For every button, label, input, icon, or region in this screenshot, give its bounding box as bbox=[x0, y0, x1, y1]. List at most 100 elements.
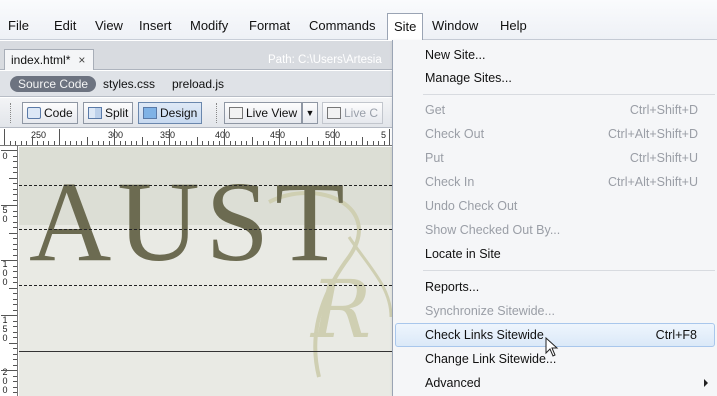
ruler-tick bbox=[13, 326, 17, 327]
ruler-tick bbox=[13, 353, 17, 355]
ruler-tick bbox=[31, 137, 33, 145]
live-view-dropdown[interactable]: ▼ bbox=[302, 102, 318, 124]
menu-item-put[interactable]: Put Ctrl+Shift+U bbox=[393, 146, 717, 170]
ruler-tick bbox=[378, 141, 379, 145]
menu-item-label: Check In bbox=[425, 175, 475, 189]
ruler-tick bbox=[284, 141, 286, 145]
split-view-button[interactable]: Split bbox=[83, 102, 134, 124]
ruler-tick bbox=[13, 183, 17, 184]
ruler-tick bbox=[13, 276, 17, 278]
ruler-tick bbox=[9, 141, 11, 145]
ruler-tick bbox=[13, 166, 17, 168]
menu-edit[interactable]: Edit bbox=[54, 18, 76, 33]
menu-item-label: Manage Sites... bbox=[425, 71, 512, 85]
live-view-icon bbox=[229, 107, 243, 119]
menu-item-undo-check-out[interactable]: Undo Check Out bbox=[393, 194, 717, 218]
ruler-tick bbox=[196, 137, 198, 145]
ruler-tick bbox=[235, 141, 236, 145]
vertical-ruler[interactable]: 0 5 0 1 0 0 1 5 0 2 0 0 bbox=[0, 146, 18, 396]
ruler-tick bbox=[1, 205, 17, 206]
ruler-tick bbox=[13, 386, 17, 388]
ruler-tick bbox=[13, 271, 17, 272]
menu-file[interactable]: File bbox=[8, 18, 29, 33]
code-view-button[interactable]: Code bbox=[22, 102, 78, 124]
menu-separator bbox=[423, 94, 715, 95]
ruler-tick bbox=[86, 137, 88, 145]
ruler-tick bbox=[136, 141, 137, 145]
live-code-label: Live C bbox=[344, 106, 379, 120]
menu-view[interactable]: View bbox=[95, 18, 123, 33]
live-code-button[interactable]: Live C bbox=[322, 102, 384, 124]
guide-line bbox=[19, 285, 392, 286]
ruler-tick bbox=[119, 141, 121, 145]
ruler-tick bbox=[13, 282, 17, 283]
related-file-source-code[interactable]: Source Code bbox=[10, 76, 97, 92]
menu-item-reports[interactable]: Reports... bbox=[393, 275, 717, 299]
ruler-tick bbox=[81, 141, 82, 145]
ruler-tick bbox=[13, 331, 17, 333]
ruler-tick bbox=[13, 309, 17, 311]
document-tab-label: index.html* bbox=[11, 53, 71, 67]
ruler-tick bbox=[13, 249, 17, 250]
ruler-tick bbox=[389, 129, 390, 145]
menu-site[interactable]: Site bbox=[387, 13, 424, 40]
design-view-label: Design bbox=[160, 106, 198, 120]
ruler-tick bbox=[13, 320, 17, 322]
menu-help[interactable]: Help bbox=[500, 18, 527, 33]
code-view-icon bbox=[27, 107, 41, 119]
document-tab[interactable]: index.html* × bbox=[4, 49, 94, 70]
ruler-tick bbox=[372, 141, 374, 145]
ruler-tick bbox=[1, 370, 17, 371]
menu-item-new-site[interactable]: New Site... bbox=[393, 43, 717, 67]
menu-item-synchronize-sitewide[interactable]: Synchronize Sitewide... bbox=[393, 299, 717, 323]
ruler-tick bbox=[279, 129, 280, 145]
ruler-tick bbox=[13, 364, 17, 366]
live-view-button[interactable]: Live View bbox=[224, 102, 303, 124]
ruler-tick bbox=[53, 141, 55, 145]
live-view-label: Live View bbox=[246, 106, 298, 120]
menu-item-label: Show Checked Out By... bbox=[425, 223, 561, 237]
ruler-tick bbox=[114, 129, 115, 145]
menu-item-label: Advanced bbox=[425, 376, 481, 390]
design-canvas[interactable]: R AUST bbox=[19, 147, 392, 396]
live-code-icon bbox=[327, 107, 341, 119]
guide-line bbox=[19, 185, 392, 186]
menu-item-label: Change Link Sitewide... bbox=[425, 352, 557, 366]
ruler-tick bbox=[9, 342, 17, 344]
ruler-tick bbox=[345, 141, 346, 145]
ruler-tick bbox=[70, 141, 71, 145]
design-view-icon bbox=[143, 107, 157, 119]
menu-insert[interactable]: Insert bbox=[139, 18, 172, 33]
ruler-tick bbox=[13, 227, 17, 228]
menu-item-get[interactable]: Get Ctrl+Shift+D bbox=[393, 98, 717, 122]
menu-item-locate-in-site[interactable]: Locate in Site bbox=[393, 242, 717, 266]
menu-commands[interactable]: Commands bbox=[309, 18, 375, 33]
close-icon[interactable]: × bbox=[78, 53, 85, 67]
menu-item-manage-sites[interactable]: Manage Sites... bbox=[393, 66, 717, 90]
ruler-number: 0 bbox=[2, 151, 8, 161]
ruler-tick bbox=[1, 150, 17, 151]
menu-window[interactable]: Window bbox=[432, 18, 478, 33]
design-view-button[interactable]: Design bbox=[138, 102, 203, 124]
toolbar-grip bbox=[10, 103, 13, 123]
ruler-tick bbox=[262, 141, 264, 145]
ruler-tick bbox=[361, 137, 363, 145]
menu-item-advanced[interactable]: Advanced bbox=[393, 371, 717, 395]
related-file-styles-css[interactable]: styles.css bbox=[103, 77, 155, 91]
menu-item-check-out[interactable]: Check Out Ctrl+Alt+Shift+D bbox=[393, 122, 717, 146]
menu-bar: File Edit View Insert Modify Format Comm… bbox=[0, 0, 717, 40]
split-view-icon bbox=[88, 107, 102, 119]
related-file-preload-js[interactable]: preload.js bbox=[172, 77, 224, 91]
horizontal-ruler[interactable]: 250 300 350 400 450 500 5 bbox=[0, 129, 392, 146]
menu-modify[interactable]: Modify bbox=[190, 18, 228, 33]
menu-item-check-in[interactable]: Check In Ctrl+Alt+Shift+U bbox=[393, 170, 717, 194]
ruler-tick bbox=[169, 129, 170, 145]
ruler-tick bbox=[152, 141, 154, 145]
ruler-tick bbox=[13, 265, 17, 267]
ruler-number: 500 bbox=[325, 130, 341, 140]
menu-item-show-checked-out-by[interactable]: Show Checked Out By... bbox=[393, 218, 717, 242]
menu-format[interactable]: Format bbox=[249, 18, 290, 33]
ruler-tick bbox=[13, 293, 17, 294]
ruler-tick bbox=[257, 141, 258, 145]
ruler-tick bbox=[13, 161, 17, 162]
